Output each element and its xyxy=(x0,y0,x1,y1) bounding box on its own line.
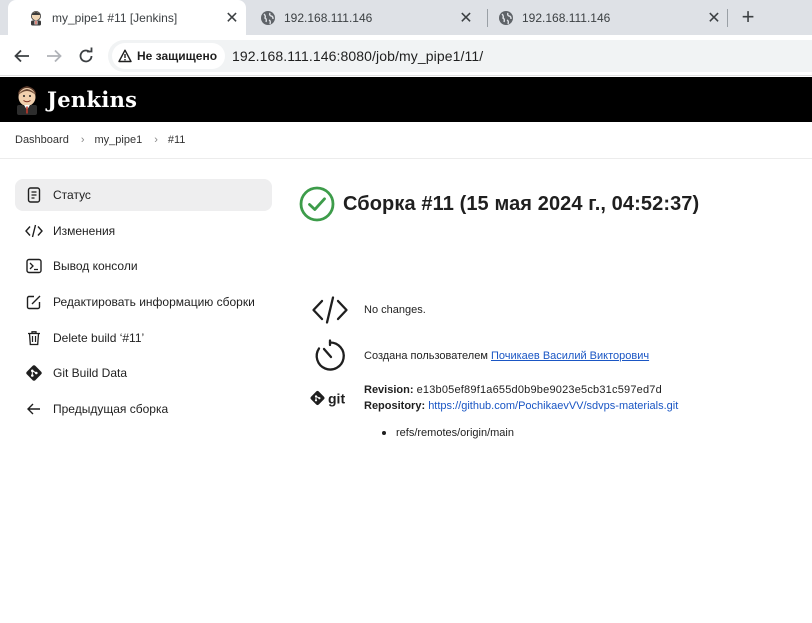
address-bar[interactable]: Не защищено 192.168.111.146:8080/job/my_… xyxy=(108,40,812,72)
sidebar-item-label: Редактировать информацию сборки xyxy=(53,295,255,310)
branch-list: refs/remotes/origin/main xyxy=(382,427,514,439)
chevron-right-icon: › xyxy=(80,134,85,146)
changes-summary: No changes. xyxy=(310,290,426,330)
sidebar-item-label: Delete build ‘#11’ xyxy=(53,330,145,345)
revision-label: Revision: xyxy=(364,384,414,396)
warning-icon xyxy=(118,49,132,63)
close-tab-icon[interactable]: ✕ xyxy=(456,8,476,28)
started-by-prefix: Создана пользователем xyxy=(364,350,488,362)
started-by-summary: Создана пользователем Почикаев Василий В… xyxy=(310,336,649,376)
page-title-row: Сборка #11 (15 мая 2024 г., 04:52:37) xyxy=(299,186,699,222)
sidebar-item-edit-build-info[interactable]: Редактировать информацию сборки xyxy=(15,286,272,318)
globe-icon xyxy=(498,10,514,26)
close-tab-icon[interactable]: ✕ xyxy=(222,8,242,28)
sidebar-item-previous-build[interactable]: Предыдущая сборка xyxy=(15,393,272,425)
repository-line: Repository: https://github.com/Pochikaev… xyxy=(364,398,678,414)
breadcrumb: Dashboard › my_pipe1 › #11 xyxy=(0,122,812,159)
sidebar-item-label: Статус xyxy=(53,188,91,202)
forward-button[interactable] xyxy=(41,43,67,69)
git-icon xyxy=(25,364,43,382)
git-summary: git Revision: e13b05ef89f1a655d0b9be9023… xyxy=(310,382,678,418)
back-button[interactable] xyxy=(9,43,35,69)
browser-tabstrip: my_pipe1 #11 [Jenkins] ✕ 192.168.111.146… xyxy=(0,0,812,35)
browser-tab-3[interactable]: 192.168.111.146 ✕ xyxy=(478,0,728,35)
sidebar-item-changes[interactable]: Изменения xyxy=(15,215,272,247)
sidebar-item-delete-build[interactable]: Delete build ‘#11’ xyxy=(15,322,272,354)
jenkins-brand[interactable]: Jenkins xyxy=(47,87,137,112)
breadcrumb-build[interactable]: #11 xyxy=(168,134,186,146)
jenkins-logo-icon[interactable] xyxy=(14,85,40,115)
sidebar-item-git-build-data[interactable]: Git Build Data xyxy=(15,357,272,389)
repository-link[interactable]: https://github.com/PochikaevVV/sdvps-mat… xyxy=(428,400,678,412)
tab-separator xyxy=(727,9,728,27)
timer-icon xyxy=(310,336,350,376)
edit-icon xyxy=(25,293,43,311)
chevron-right-icon: › xyxy=(154,134,158,146)
bullet-icon xyxy=(382,431,386,435)
close-tab-icon[interactable]: ✕ xyxy=(704,8,724,28)
branch-item: refs/remotes/origin/main xyxy=(396,427,514,439)
code-icon xyxy=(25,222,43,240)
arrow-right-icon xyxy=(47,49,62,63)
arrow-left-icon xyxy=(14,49,29,63)
reload-button[interactable] xyxy=(73,43,99,69)
browser-toolbar: Не защищено 192.168.111.146:8080/job/my_… xyxy=(0,35,812,76)
tab-title: 192.168.111.146 xyxy=(522,10,611,25)
sidebar-item-status[interactable]: Статус xyxy=(15,179,272,211)
jenkins-header: Jenkins xyxy=(0,77,812,122)
security-label: Не защищено xyxy=(137,49,218,63)
document-icon xyxy=(25,186,43,204)
url-text[interactable]: 192.168.111.146:8080/job/my_pipe1/11/ xyxy=(232,48,483,64)
started-by-text: Создана пользователем Почикаев Василий В… xyxy=(364,350,649,362)
revision-line: Revision: e13b05ef89f1a655d0b9be9023e5cb… xyxy=(364,382,678,398)
git-logo-text: git xyxy=(328,391,345,407)
revision-hash: e13b05ef89f1a655d0b9be9023e5cb31c597ed7d xyxy=(416,384,662,396)
code-icon xyxy=(310,290,350,330)
repository-label: Repository: xyxy=(364,400,426,412)
sidebar-item-label: Предыдущая сборка xyxy=(53,402,169,417)
breadcrumb-job[interactable]: my_pipe1 xyxy=(95,134,143,146)
git-logo-icon: git xyxy=(310,382,350,418)
sidebar: Статус Изменения Вывод консоли Редактиро… xyxy=(15,179,272,429)
browser-tab-jenkins[interactable]: my_pipe1 #11 [Jenkins] ✕ xyxy=(8,0,246,35)
reload-icon xyxy=(79,47,93,63)
security-chip[interactable]: Не защищено xyxy=(112,43,226,69)
new-tab-button[interactable]: + xyxy=(736,6,760,30)
sidebar-item-label: Вывод консоли xyxy=(53,259,138,274)
browser-tab-2[interactable]: 192.168.111.146 ✕ xyxy=(240,0,480,35)
jenkins-favicon-icon xyxy=(28,10,44,26)
breadcrumb-dashboard[interactable]: Dashboard xyxy=(15,134,69,146)
sidebar-item-label: Изменения xyxy=(53,223,116,238)
changes-text: No changes. xyxy=(364,304,426,316)
trash-icon xyxy=(25,329,43,347)
arrow-left-icon xyxy=(25,400,43,418)
started-by-user-link[interactable]: Почикаев Василий Викторович xyxy=(491,350,649,362)
page-title: Сборка #11 (15 мая 2024 г., 04:52:37) xyxy=(343,192,700,215)
globe-icon xyxy=(260,10,276,26)
success-check-icon xyxy=(299,186,335,222)
sidebar-item-label: Git Build Data xyxy=(53,366,128,381)
sidebar-item-console[interactable]: Вывод консоли xyxy=(15,250,272,282)
tab-title: 192.168.111.146 xyxy=(284,10,373,25)
git-details: Revision: e13b05ef89f1a655d0b9be9023e5cb… xyxy=(364,382,678,418)
tab-title: my_pipe1 #11 [Jenkins] xyxy=(52,10,178,25)
terminal-icon xyxy=(25,257,43,275)
